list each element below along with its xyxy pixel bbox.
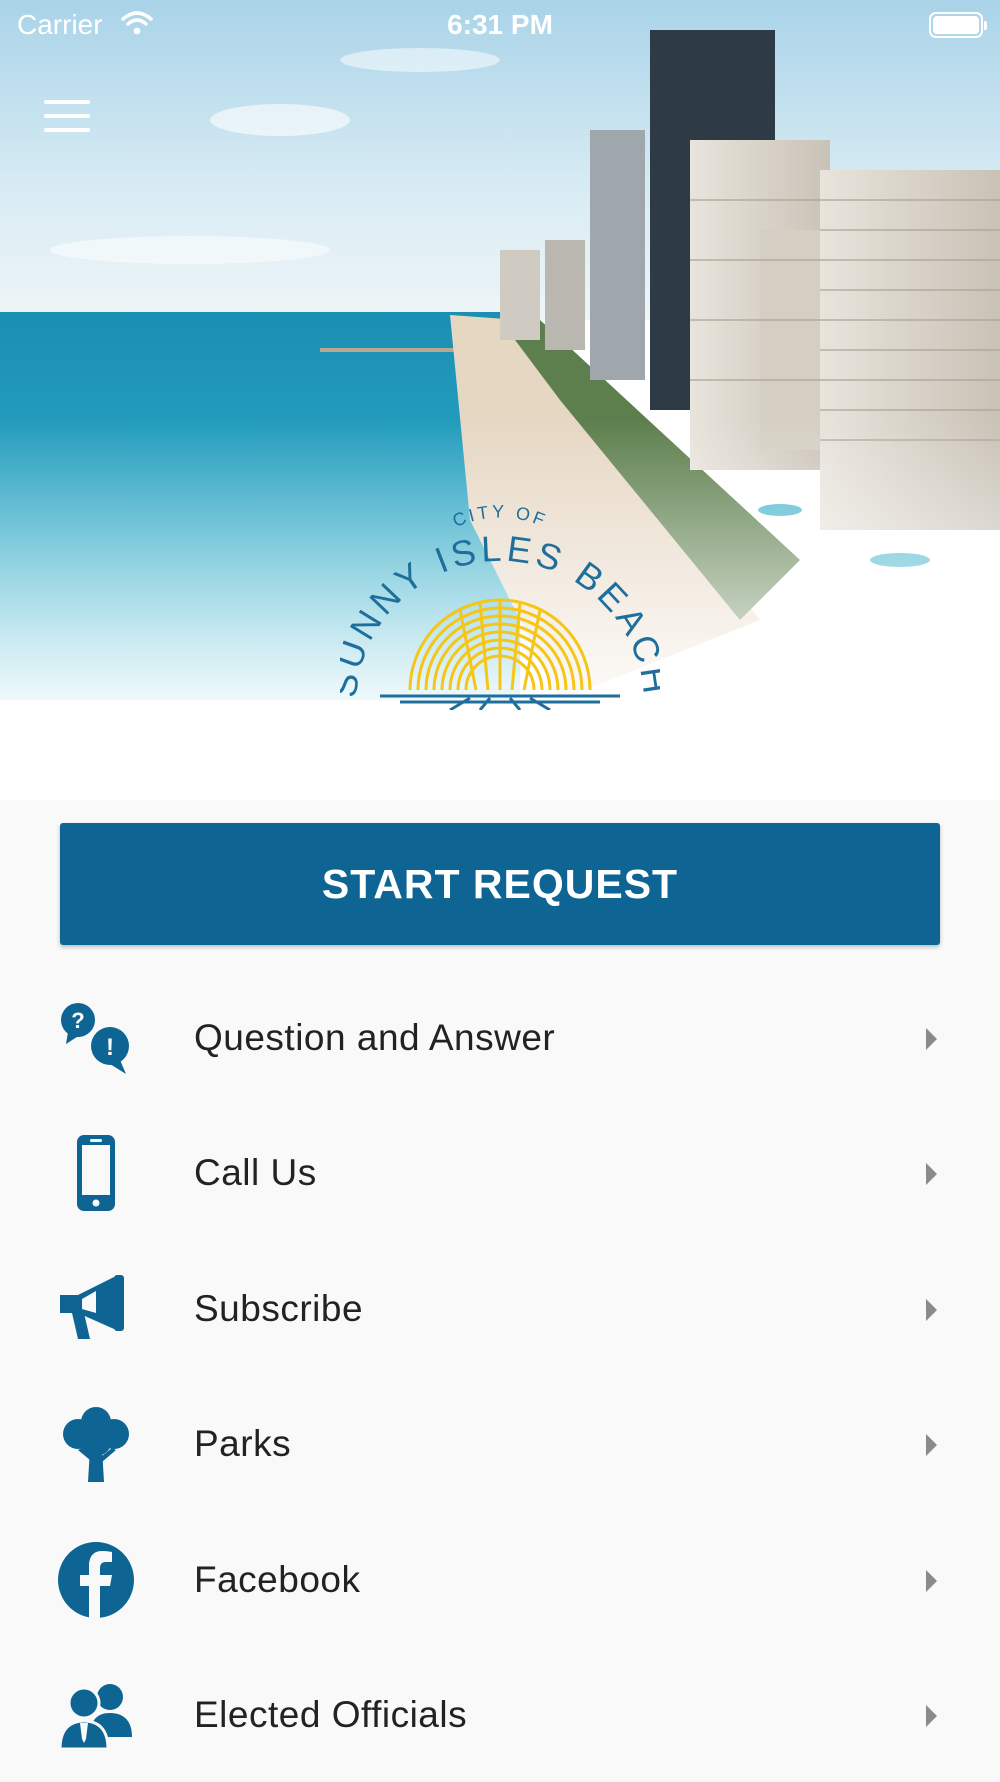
svg-text:CITY OF: CITY OF: [450, 501, 550, 530]
list-item-subscribe[interactable]: Subscribe: [0, 1241, 1000, 1376]
chevron-right-icon: [926, 1298, 937, 1321]
list-item-label: Elected Officials: [194, 1693, 468, 1735]
chevron-right-icon: [926, 1434, 937, 1457]
facebook-icon: [58, 1541, 134, 1618]
list-item-label: Parks: [194, 1423, 292, 1465]
svg-text:?: ?: [71, 1008, 84, 1033]
officials-icon: [58, 1683, 132, 1751]
battery-icon: [929, 12, 987, 38]
list-item-parks[interactable]: Parks: [0, 1376, 1000, 1511]
menu-list: ? ! Question and Answer Call Us Subscrib…: [0, 970, 1000, 1782]
svg-text:!: !: [106, 1034, 114, 1061]
question-answer-icon: ? !: [61, 1003, 129, 1074]
megaphone-icon: [60, 1274, 124, 1339]
chevron-right-icon: [926, 1569, 937, 1592]
list-item-label: Facebook: [194, 1558, 361, 1600]
start-request-button[interactable]: START REQUEST: [60, 823, 940, 945]
tree-icon: [63, 1407, 129, 1483]
city-logo: CITY OF SUNNY ISLES BEACH: [340, 501, 660, 710]
mobile-phone-icon: [77, 1135, 115, 1212]
logo-city-of: CITY OF: [450, 501, 547, 530]
list-item-call-us[interactable]: Call Us: [0, 1105, 1000, 1240]
list-item-label: Call Us: [194, 1152, 317, 1194]
list-item-question-and-answer[interactable]: ? ! Question and Answer: [0, 970, 1000, 1105]
hamburger-menu-icon[interactable]: [44, 100, 90, 134]
list-item-elected-officials[interactable]: Elected Officials: [0, 1647, 1000, 1782]
chevron-right-icon: [926, 1163, 937, 1186]
status-bar: Carrier 6:31 PM: [0, 0, 1000, 50]
chevron-right-icon: [926, 1704, 937, 1727]
chevron-right-icon: [926, 1028, 937, 1050]
list-item-label: Subscribe: [194, 1287, 364, 1329]
list-item-label: Question and Answer: [194, 1017, 556, 1058]
list-item-facebook[interactable]: Facebook: [0, 1512, 1000, 1647]
status-time: 6:31 PM: [447, 9, 553, 40]
hero-banner: Carrier 6:31 PM CITY OF SUNNY ISLES BEAC…: [0, 0, 1000, 800]
